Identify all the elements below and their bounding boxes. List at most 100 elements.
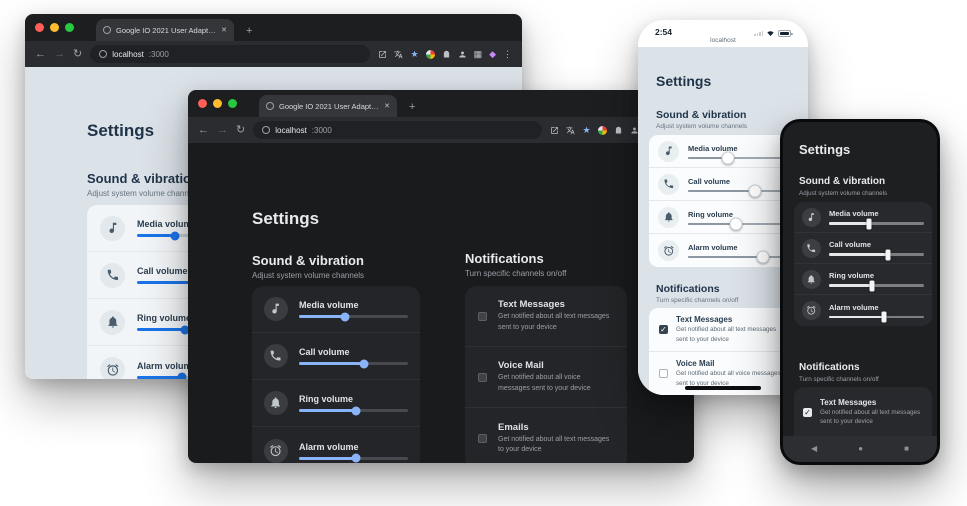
text-messages-label: Text Messages — [676, 315, 787, 324]
back-icon[interactable]: ← — [35, 49, 46, 60]
forward-icon[interactable]: → — [217, 125, 228, 136]
extension-gem-icon[interactable]: ◆ — [489, 50, 496, 59]
sound-section-subtitle: Adjust system volume channels — [87, 189, 199, 198]
emails-checkbox[interactable] — [478, 434, 487, 443]
media-volume-slider[interactable] — [688, 157, 788, 159]
text-messages-checkbox[interactable] — [803, 408, 812, 417]
site-info-icon[interactable] — [262, 126, 270, 134]
call-volume-slider[interactable] — [299, 362, 408, 365]
status-time: 2:54 — [655, 27, 672, 37]
toolbar-actions: ★ ▦ ◆ ⋮ — [378, 50, 512, 59]
new-tab-button[interactable]: + — [409, 101, 415, 113]
extension-ghost-icon[interactable] — [614, 126, 623, 135]
tab-bar: Google IO 2021 User Adaptive ✕ + — [188, 90, 694, 117]
browser-menu-icon[interactable]: ⋮ — [503, 50, 512, 59]
minimize-window-button[interactable] — [50, 23, 59, 32]
media-volume-slider[interactable] — [829, 222, 924, 225]
call-volume-row: Call volume — [649, 168, 797, 201]
profile-icon[interactable] — [458, 50, 467, 59]
safari-url-label[interactable]: localhost — [638, 37, 808, 47]
android-back-button[interactable]: ◀ — [811, 445, 817, 453]
media-volume-row: Media volume — [252, 286, 420, 333]
alarm-volume-slider[interactable] — [688, 256, 788, 258]
text-messages-label: Text Messages — [498, 299, 614, 310]
alarm-volume-slider[interactable] — [829, 316, 924, 319]
notifications-heading: Notifications — [465, 251, 544, 266]
settings-page-dark-mobile: Settings Sound & vibration Adjust system… — [783, 122, 937, 462]
extension-ball-icon[interactable] — [598, 126, 607, 135]
ring-volume-slider[interactable] — [688, 223, 788, 225]
forward-icon[interactable]: → — [54, 49, 65, 60]
call-volume-slider[interactable] — [829, 253, 924, 256]
url-port: :3000 — [312, 126, 332, 135]
extensions-grid-icon[interactable]: ▦ — [474, 50, 483, 59]
reload-icon[interactable]: ↻ — [236, 125, 245, 136]
sound-section-heading: Sound & vibration — [252, 253, 364, 268]
android-recents-button[interactable]: ■ — [904, 445, 909, 453]
volume-card: Media volume Call volume Ring volume — [794, 202, 932, 326]
extension-ball-icon[interactable] — [426, 50, 435, 59]
browser-tab[interactable]: Google IO 2021 User Adaptive ✕ — [259, 95, 397, 117]
ring-volume-slider[interactable] — [299, 409, 408, 412]
alarm-volume-row: Alarm volume — [252, 427, 420, 463]
call-volume-label: Call volume — [299, 347, 408, 357]
close-window-button[interactable] — [198, 99, 207, 108]
favicon — [103, 26, 111, 34]
settings-page-dark: Settings Sound & vibration Adjust system… — [188, 143, 694, 463]
close-tab-icon[interactable]: ✕ — [384, 102, 390, 110]
reload-icon[interactable]: ↻ — [73, 49, 82, 60]
close-tab-icon[interactable]: ✕ — [221, 26, 227, 34]
bookmark-star-icon[interactable]: ★ — [582, 126, 590, 135]
music-note-icon — [106, 221, 120, 235]
emails-row: Emails Get notified about all text messa… — [465, 408, 627, 463]
music-note-icon — [806, 212, 816, 222]
phone-icon — [806, 243, 816, 253]
zoom-window-button[interactable] — [228, 99, 237, 108]
address-bar[interactable]: localhost :3000 — [253, 121, 542, 139]
back-icon[interactable]: ← — [198, 125, 209, 136]
text-messages-checkbox[interactable] — [478, 312, 487, 321]
bookmark-star-icon[interactable]: ★ — [410, 50, 418, 59]
sound-section-subtitle: Adjust system volume channels — [799, 190, 887, 197]
bell-icon — [269, 396, 282, 409]
voice-mail-checkbox[interactable] — [478, 373, 487, 382]
zoom-window-button[interactable] — [65, 23, 74, 32]
site-info-icon[interactable] — [99, 50, 107, 58]
ring-volume-slider[interactable] — [829, 284, 924, 287]
music-note-icon — [269, 302, 282, 315]
home-indicator[interactable] — [685, 386, 761, 390]
media-volume-slider[interactable] — [299, 315, 408, 318]
browser-toolbar: ← → ↻ localhost :3000 ★ ▦ ◆ ⋮ — [25, 41, 522, 67]
translate-icon[interactable] — [566, 126, 575, 135]
tab-title: Google IO 2021 User Adaptive — [116, 26, 216, 35]
open-in-new-icon[interactable] — [378, 50, 387, 59]
alarm-volume-slider[interactable] — [299, 457, 408, 460]
bell-icon — [806, 274, 816, 284]
voice-mail-checkbox[interactable] — [659, 369, 668, 378]
alarm-clock-icon — [269, 444, 282, 457]
new-tab-button[interactable]: + — [246, 25, 252, 37]
address-bar[interactable]: localhost :3000 — [90, 45, 370, 63]
call-volume-slider[interactable] — [688, 190, 788, 192]
phone-icon — [106, 268, 120, 282]
minimize-window-button[interactable] — [213, 99, 222, 108]
browser-tab[interactable]: Google IO 2021 User Adaptive ✕ — [96, 19, 234, 41]
notifications-subtitle: Turn specific channels on/off — [799, 376, 879, 383]
alarm-clock-icon — [663, 245, 675, 257]
battery-icon — [778, 30, 791, 37]
android-home-button[interactable]: ● — [858, 445, 863, 453]
extension-ghost-icon[interactable] — [442, 50, 451, 59]
translate-icon[interactable] — [394, 50, 403, 59]
android-navigation-bar: ◀ ● ■ — [783, 436, 937, 462]
text-messages-label: Text Messages — [820, 398, 923, 407]
text-messages-description: Get notified about all text messages sen… — [820, 408, 923, 426]
open-in-new-icon[interactable] — [550, 126, 559, 135]
close-window-button[interactable] — [35, 23, 44, 32]
voice-mail-description: Get notified about all voice messages se… — [676, 369, 787, 387]
window-controls — [35, 23, 74, 32]
text-messages-checkbox[interactable] — [659, 325, 668, 334]
bell-icon — [663, 211, 675, 223]
call-volume-row: Call volume — [252, 333, 420, 380]
stage: Google IO 2021 User Adaptive ✕ + ← → ↻ l… — [0, 0, 967, 506]
ring-volume-row: Ring volume — [252, 380, 420, 427]
